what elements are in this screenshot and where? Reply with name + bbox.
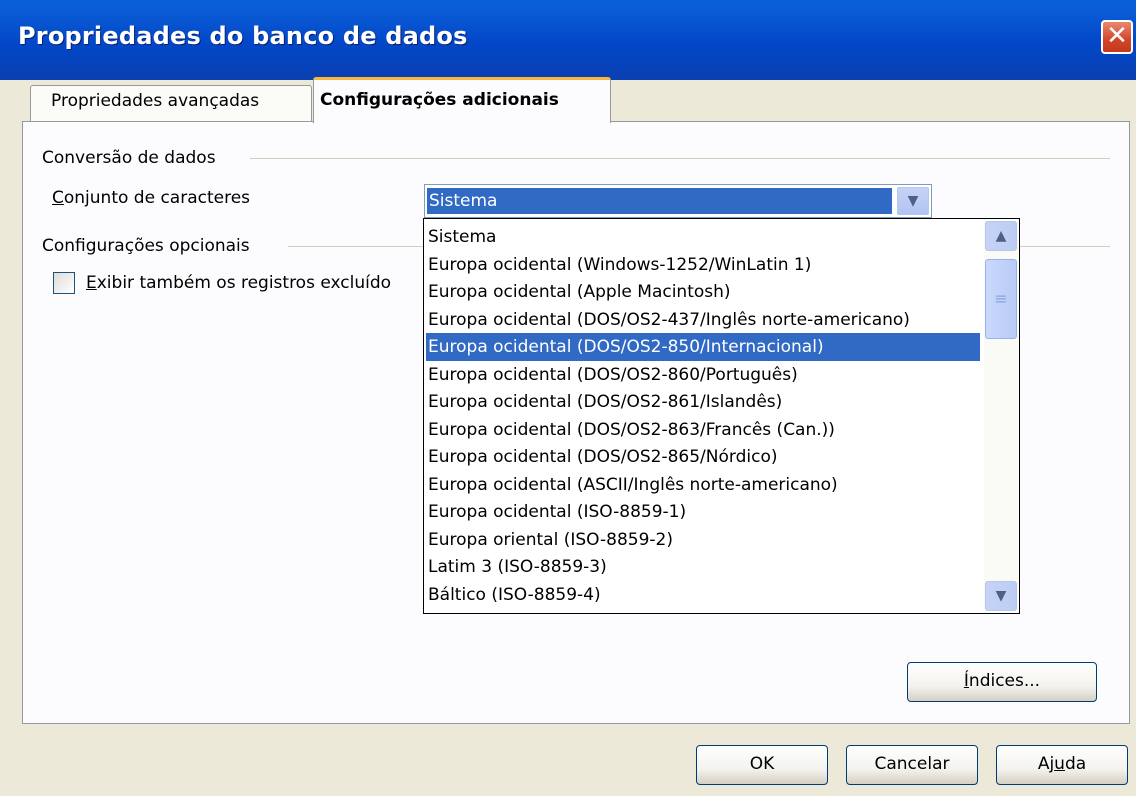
- close-button[interactable]: ✕: [1101, 20, 1133, 54]
- dropdown-option[interactable]: Sistema: [426, 223, 980, 251]
- indices-button-label: Índices...: [963, 671, 1041, 691]
- show-deleted-records-label[interactable]: Exibir também os registros excluído: [86, 273, 391, 293]
- dropdown-option[interactable]: Europa ocidental (DOS/OS2-861/Islandês): [426, 388, 980, 416]
- section-divider: [1020, 246, 1110, 247]
- dropdown-option[interactable]: Europa ocidental (DOS/OS2-865/Nórdico): [426, 443, 980, 471]
- scroll-up-button[interactable]: ▲: [985, 221, 1017, 251]
- dropdown-option[interactable]: Europa ocidental (DOS/OS2-437/Inglês nor…: [426, 306, 980, 334]
- dropdown-option[interactable]: Europa ocidental (ASCII/Inglês norte-ame…: [426, 471, 980, 499]
- section-optional-label: Configurações opcionais: [42, 236, 250, 256]
- show-deleted-records-checkbox[interactable]: [53, 272, 75, 294]
- dropdown-option[interactable]: Europa ocidental (ISO-8859-1): [426, 498, 980, 526]
- tab-label: Propriedades avançadas: [51, 91, 260, 111]
- title-bar[interactable]: Propriedades do banco de dados ✕: [0, 0, 1136, 80]
- dropdown-option[interactable]: Europa ocidental (DOS/OS2-860/Português): [426, 361, 980, 389]
- tab-label: Configurações adicionais: [320, 90, 559, 110]
- section-divider: [250, 158, 1110, 159]
- section-divider: [288, 246, 423, 247]
- charset-combobox-value: Sistema: [426, 187, 893, 215]
- chevron-down-icon: ▼: [907, 193, 919, 209]
- charset-label: Conjunto de caracteres: [52, 188, 251, 208]
- dropdown-option[interactable]: Europa ocidental (DOS/OS2-863/Francês (C…: [426, 416, 980, 444]
- tab-propriedades-avancadas[interactable]: Propriedades avançadas: [30, 85, 312, 121]
- help-button[interactable]: Ajuda: [996, 745, 1128, 785]
- ok-button[interactable]: OK: [696, 745, 828, 785]
- indices-button[interactable]: Índices...: [907, 662, 1097, 702]
- dropdown-option[interactable]: Europa ocidental (Windows-1252/WinLatin …: [426, 251, 980, 279]
- dropdown-option[interactable]: Europa oriental (ISO-8859-2): [426, 526, 980, 554]
- grip-icon: ≡: [994, 289, 1008, 308]
- ok-button-label: OK: [749, 754, 775, 774]
- dropdown-option[interactable]: Europa ocidental (DOS/OS2-850/Internacio…: [426, 333, 980, 361]
- chevron-down-icon: ▼: [995, 588, 1007, 604]
- dropdown-option[interactable]: Latim 3 (ISO-8859-3): [426, 553, 980, 581]
- dropdown-option[interactable]: Báltico (ISO-8859-4): [426, 581, 980, 609]
- tab-configuracoes-adicionais[interactable]: Configurações adicionais: [313, 77, 611, 123]
- help-button-label: Ajuda: [1037, 754, 1087, 774]
- window-title: Propriedades do banco de dados: [18, 22, 468, 50]
- charset-dropdown-button[interactable]: ▼: [897, 187, 929, 215]
- cancel-button[interactable]: Cancelar: [846, 745, 978, 785]
- scroll-thumb[interactable]: ≡: [985, 259, 1017, 339]
- cancel-button-label: Cancelar: [874, 754, 950, 774]
- close-icon: ✕: [1106, 21, 1128, 51]
- charset-dropdown-list[interactable]: Sistema Europa ocidental (Windows-1252/Wi…: [423, 218, 1020, 614]
- charset-combobox[interactable]: Sistema ▼: [424, 184, 932, 218]
- dropdown-option[interactable]: Europa ocidental (Apple Macintosh): [426, 278, 980, 306]
- chevron-up-icon: ▲: [995, 228, 1007, 244]
- scroll-down-button[interactable]: ▼: [985, 581, 1017, 611]
- dropdown-scrollbar[interactable]: ▲ ≡ ▼: [984, 221, 1018, 611]
- section-conversion-label: Conversão de dados: [42, 148, 216, 168]
